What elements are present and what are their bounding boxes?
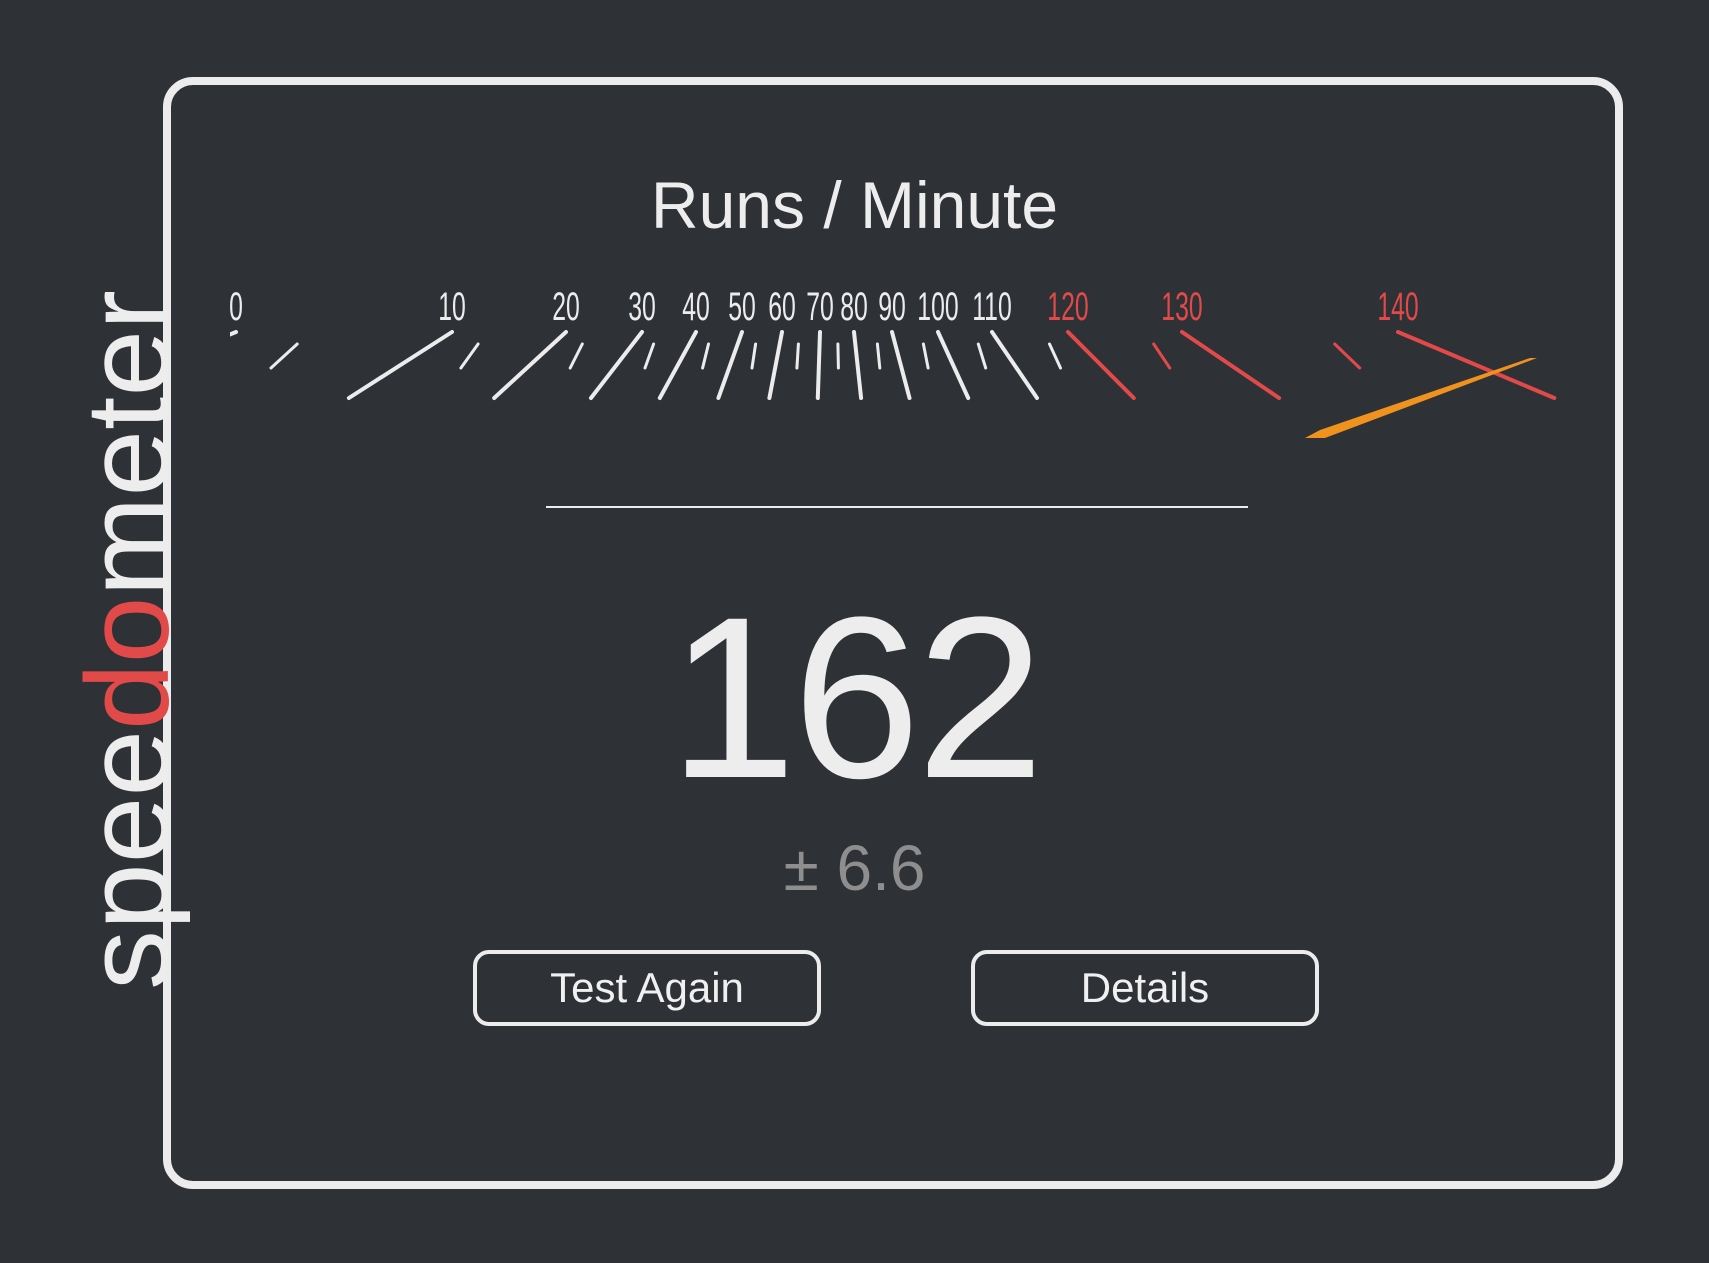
score-value: 162 (668, 569, 1045, 826)
gauge-major-tick (852, 330, 864, 400)
gauge-tick-label: 110 (972, 285, 1012, 329)
speedometer-results-page: speedometer Runs / Minute 0 10 20 30 40 50 60 7… (0, 0, 1709, 1263)
gauge-tick-label: 30 (628, 285, 656, 329)
gauge-tick-label: 100 (917, 285, 958, 329)
gauge-minor-tick (1048, 342, 1062, 370)
gauge-tick-label: 130 (1161, 285, 1202, 329)
gauge-minor-tick (1333, 342, 1362, 370)
gauge-major-tick (230, 330, 238, 337)
gauge-minor-tick (875, 342, 882, 370)
gauge-tick-label: 60 (768, 285, 796, 329)
gauge-ticks (230, 330, 1557, 400)
speed-gauge: 0 10 20 30 40 50 60 70 80 90 100 110 120 130 140 (230, 285, 1557, 438)
gauge-tick-label: 40 (682, 285, 710, 329)
gauge-major-tick (657, 330, 698, 400)
gauge-minor-tick (269, 342, 299, 370)
gauge-tick-label: 140 (1377, 285, 1418, 329)
gauge-major-tick (716, 330, 744, 400)
test-again-button[interactable]: Test Again (473, 950, 821, 1026)
gauge-minor-tick (750, 342, 758, 370)
logo-suffix: meter (62, 290, 190, 597)
gauge-tick-label: 20 (552, 285, 580, 329)
gauge-major-tick (589, 330, 644, 400)
gauge-major-tick (890, 330, 912, 400)
gauge-minor-tick (701, 342, 710, 370)
gauge-major-tick (346, 330, 454, 400)
gauge-major-tick (936, 330, 971, 400)
separator-line (546, 506, 1248, 508)
gauge-tick-label: 80 (840, 285, 868, 329)
score-uncertainty: ± 6.6 (783, 832, 926, 904)
gauge-minor-tick (921, 342, 930, 370)
gauge-minor-tick (643, 342, 656, 370)
gauge-tick-label: 120 (1047, 285, 1088, 329)
gauge-minor-tick (795, 342, 800, 370)
gauge-major-tick (815, 330, 822, 400)
gauge-tick-label: 0 (230, 285, 243, 329)
result-title: Runs / Minute (650, 168, 1059, 242)
gauge-needle (1305, 358, 1537, 438)
gauge-major-tick (1180, 330, 1282, 400)
gauge-major-tick (492, 330, 568, 400)
gauge-minor-tick (568, 342, 584, 370)
gauge-labels: 0 10 20 30 40 50 60 70 80 90 100 110 120 130 140 (230, 285, 1419, 329)
gauge-major-tick (990, 330, 1039, 400)
gauge-tick-label: 70 (806, 285, 834, 329)
gauge-minor-tick (459, 342, 480, 370)
gauge-major-tick (1066, 330, 1136, 400)
gauge-tick-label: 90 (878, 285, 906, 329)
gauge-minor-tick (976, 342, 988, 370)
gauge-tick-label: 50 (728, 285, 756, 329)
gauge-minor-tick (836, 342, 840, 370)
gauge-tick-label: 10 (438, 285, 466, 329)
details-button[interactable]: Details (971, 950, 1319, 1026)
gauge-major-tick (767, 330, 784, 400)
gauge-minor-tick (1152, 342, 1172, 370)
gauge-major-tick (1396, 330, 1557, 400)
